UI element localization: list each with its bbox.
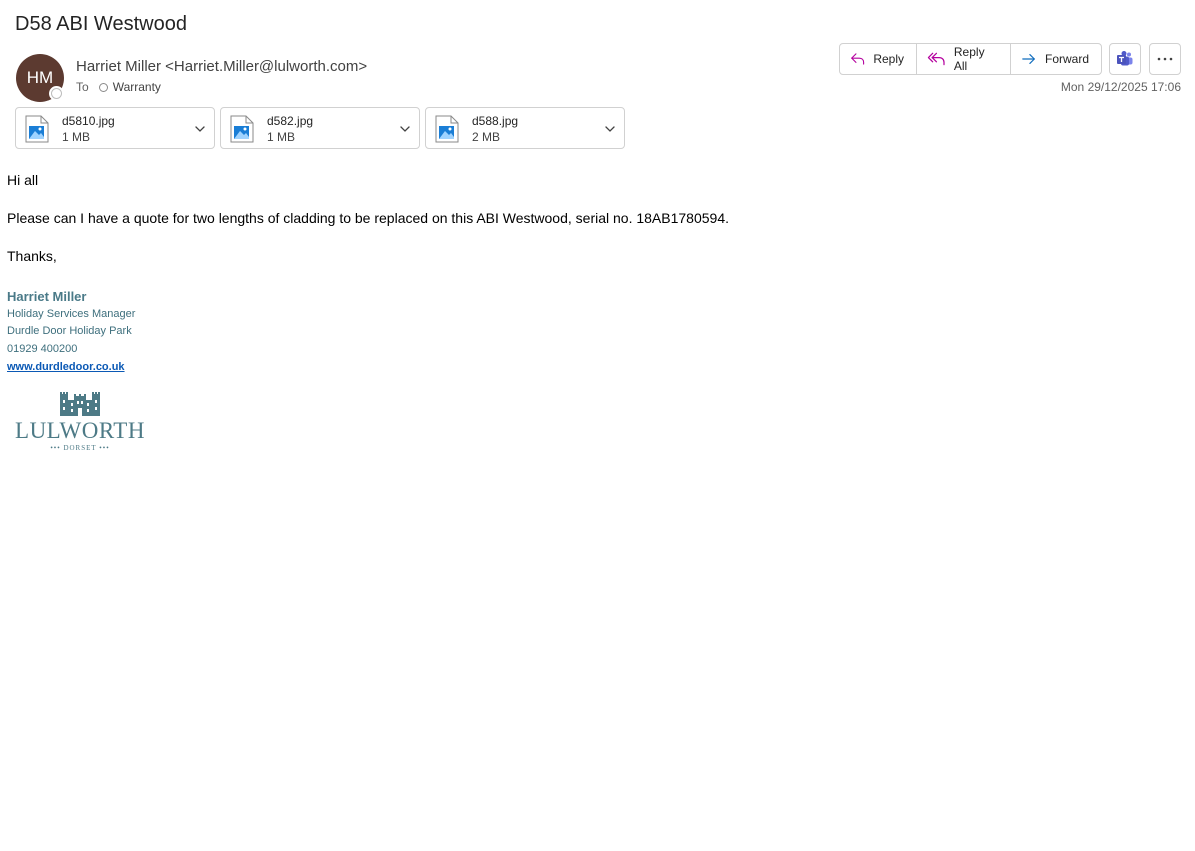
body-message: Please can I have a quote for two length… bbox=[7, 210, 729, 226]
recipient-presence-icon bbox=[98, 82, 108, 92]
attachment-card[interactable]: d582.jpg 1 MB bbox=[220, 107, 420, 149]
recipients-line: To Warranty bbox=[76, 80, 161, 94]
more-ellipsis-icon bbox=[1157, 57, 1173, 61]
more-actions-button[interactable] bbox=[1149, 43, 1181, 75]
attachment-card[interactable]: d588.jpg 2 MB bbox=[425, 107, 625, 149]
teams-share-button[interactable] bbox=[1109, 43, 1141, 75]
castle-icon bbox=[60, 392, 100, 416]
logo-subtext: ••• DORSET ••• bbox=[50, 444, 110, 452]
attachment-name: d582.jpg bbox=[267, 114, 314, 128]
body-greeting: Hi all bbox=[7, 172, 39, 188]
reply-all-arrow-icon bbox=[927, 52, 945, 66]
teams-icon bbox=[1117, 51, 1133, 66]
recipient-warranty[interactable]: Warranty bbox=[113, 80, 161, 94]
attachment-name: d5810.jpg bbox=[62, 114, 115, 128]
chevron-down-icon[interactable] bbox=[604, 123, 616, 135]
attachment-list: d5810.jpg 1 MB d582.jpg 1 MB d588.jpg 2 … bbox=[15, 107, 630, 149]
avatar-initials: HM bbox=[26, 68, 54, 87]
message-actions: Reply Reply All Forward bbox=[839, 43, 1102, 75]
lulworth-logo: LULWORTH ••• DORSET ••• bbox=[7, 392, 153, 454]
reply-label: Reply bbox=[873, 52, 904, 66]
presence-status-icon bbox=[51, 88, 62, 99]
reply-all-label: Reply All bbox=[953, 45, 985, 73]
reply-button[interactable]: Reply bbox=[840, 44, 917, 74]
to-label: To bbox=[76, 80, 89, 94]
reply-arrow-icon bbox=[851, 53, 865, 65]
signature-name: Harriet Miller bbox=[7, 289, 87, 304]
sent-date: Mon 29/12/2025 17:06 bbox=[1060, 80, 1181, 94]
body-signoff: Thanks, bbox=[7, 248, 57, 264]
image-file-icon bbox=[230, 115, 254, 143]
chevron-down-icon[interactable] bbox=[194, 123, 206, 135]
image-file-icon bbox=[25, 115, 49, 143]
image-file-icon bbox=[435, 115, 459, 143]
attachment-size: 2 MB bbox=[472, 130, 501, 144]
forward-button[interactable]: Forward bbox=[1011, 44, 1101, 74]
attachment-size: 1 MB bbox=[267, 130, 296, 144]
signature-company: Durdle Door Holiday Park bbox=[7, 325, 132, 337]
logo-wordmark: LULWORTH bbox=[15, 418, 145, 443]
sender-name[interactable]: Harriet Miller <Harriet.Miller@lulworth.… bbox=[76, 58, 367, 75]
forward-label: Forward bbox=[1044, 52, 1089, 66]
reply-all-button[interactable]: Reply All bbox=[917, 44, 1011, 74]
chevron-down-icon[interactable] bbox=[399, 123, 411, 135]
attachment-size: 1 MB bbox=[62, 130, 91, 144]
attachment-name: d588.jpg bbox=[472, 114, 519, 128]
email-subject: D58 ABI Westwood bbox=[15, 13, 187, 35]
signature-website-link[interactable]: www.durdledoor.co.uk bbox=[7, 361, 125, 373]
signature-title: Holiday Services Manager bbox=[7, 308, 136, 320]
forward-arrow-icon bbox=[1022, 53, 1035, 65]
signature-phone: 01929 400200 bbox=[7, 343, 78, 355]
attachment-card[interactable]: d5810.jpg 1 MB bbox=[15, 107, 215, 149]
